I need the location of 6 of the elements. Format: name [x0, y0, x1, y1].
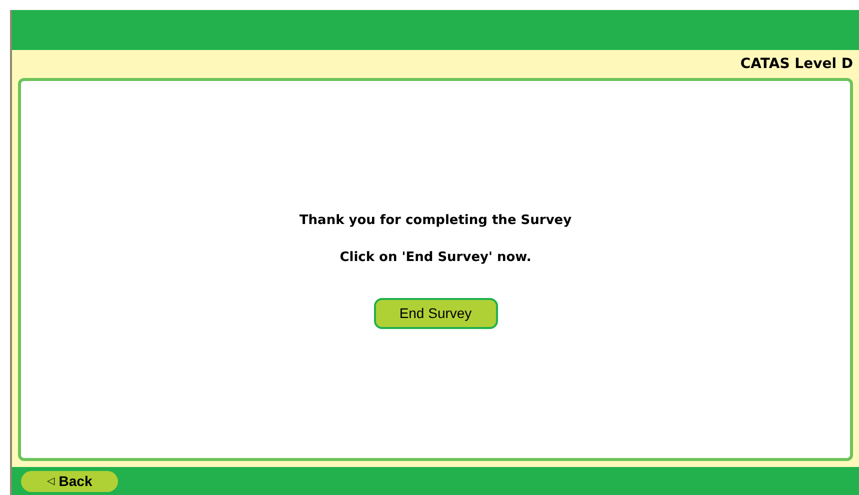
end-survey-button[interactable]: End Survey [374, 298, 498, 328]
back-arrow-icon: ◁ [46, 474, 55, 488]
back-button[interactable]: ◁ Back [21, 470, 118, 492]
message-text: Click on 'End Survey' now. [340, 249, 532, 267]
message-text: Thank you for completing the Survey [299, 212, 572, 230]
level-label: CATAS Level D [740, 54, 853, 74]
